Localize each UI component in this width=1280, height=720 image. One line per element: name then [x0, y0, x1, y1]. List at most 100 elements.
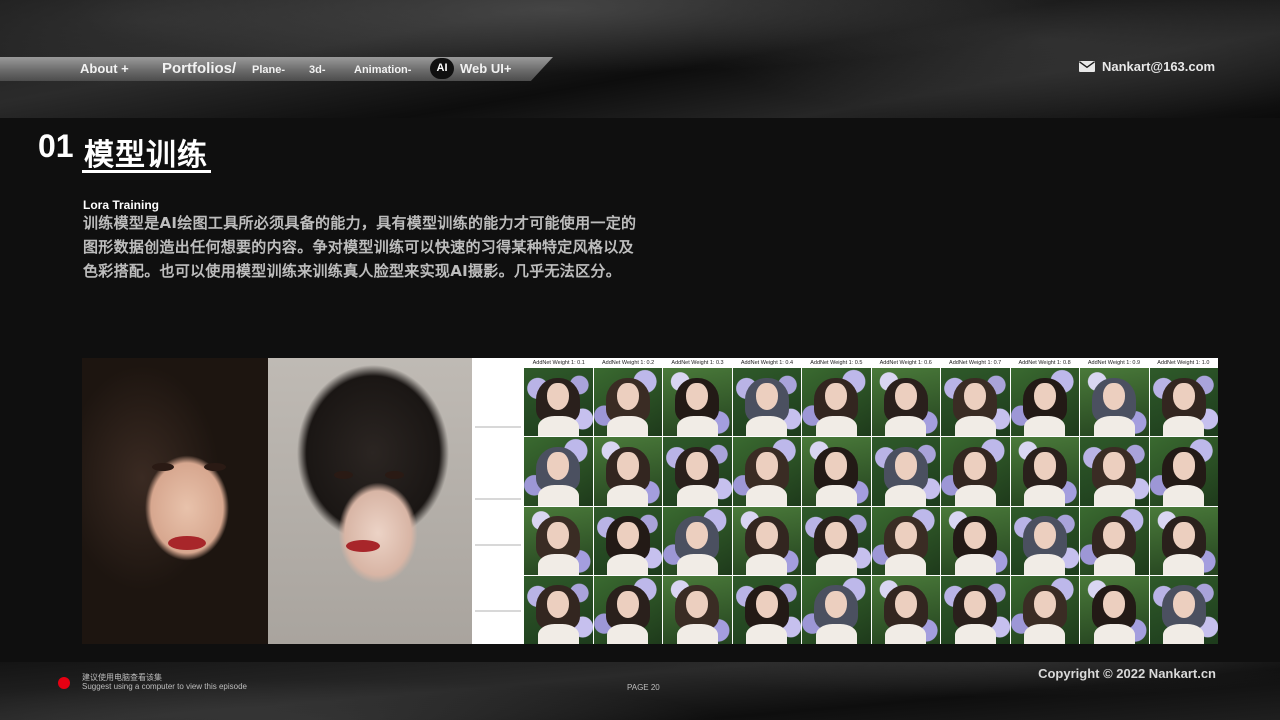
- dress-shape: [676, 415, 718, 437]
- face-shape: [1172, 590, 1195, 619]
- grid-column-header: AddNet Weight 1: 0.9: [1087, 360, 1141, 366]
- grid-image: [663, 575, 732, 644]
- grid-column-header: AddNet Weight 1: 0.3: [671, 360, 724, 366]
- mail-icon: [1079, 61, 1095, 72]
- dress-shape: [954, 415, 996, 437]
- grid-row-labels: [472, 358, 524, 644]
- hint-en: Suggest using a computer to view this ep…: [82, 682, 247, 691]
- grid-column-header: AddNet Weight 1: 0.8: [1018, 360, 1071, 366]
- grid-image: [941, 368, 1010, 437]
- dress-shape: [746, 485, 788, 506]
- dress-shape: [746, 623, 788, 644]
- grid-image: [732, 506, 801, 575]
- face-shape: [547, 521, 570, 549]
- dress-shape: [1093, 415, 1135, 437]
- grid-image: [524, 575, 593, 644]
- face-shape: [1172, 521, 1195, 549]
- dress-shape: [1024, 623, 1066, 644]
- grid-image: [524, 506, 593, 575]
- nav-portfolios[interactable]: Portfolios/: [162, 57, 236, 81]
- face-shape: [616, 452, 639, 480]
- nav-3d[interactable]: 3d-: [309, 58, 326, 82]
- face-shape: [755, 590, 778, 619]
- grid-image: [871, 368, 940, 437]
- face-shape: [1033, 383, 1056, 411]
- grid-image: [732, 575, 801, 644]
- dress-shape: [885, 415, 927, 437]
- grid-images: [524, 368, 1218, 644]
- lips-shape: [168, 536, 206, 550]
- dress-shape: [537, 623, 579, 644]
- grid-image: [941, 506, 1010, 575]
- grid-image: [732, 437, 801, 506]
- eye-shape: [385, 471, 404, 479]
- dress-shape: [676, 554, 718, 575]
- dress-shape: [1024, 415, 1066, 437]
- dress-shape: [1163, 554, 1205, 575]
- dress-shape: [676, 623, 718, 644]
- copyright: Copyright © 2022 Nankart.cn: [1038, 666, 1216, 681]
- grid-image: [663, 437, 732, 506]
- dress-shape: [1024, 485, 1066, 506]
- nav-about[interactable]: About +: [80, 57, 129, 81]
- dress-shape: [954, 485, 996, 506]
- row-label: [475, 426, 521, 428]
- face-shape: [1172, 452, 1195, 480]
- page-number: PAGE 20: [627, 683, 660, 692]
- grid-image: [1080, 437, 1149, 506]
- dress-shape: [1163, 415, 1205, 437]
- grid-image: [524, 437, 593, 506]
- contact-email[interactable]: Nankart@163.com: [1102, 58, 1215, 76]
- dress-shape: [885, 623, 927, 644]
- grid-image: [941, 575, 1010, 644]
- lips-shape: [346, 540, 380, 552]
- face-shape: [1033, 452, 1056, 480]
- face-shape: [1033, 590, 1056, 619]
- dress-shape: [885, 485, 927, 506]
- section-subtitle: Lora Training: [83, 198, 160, 212]
- title-underline: [82, 170, 211, 173]
- face-shape: [547, 452, 570, 480]
- dress-shape: [815, 415, 857, 437]
- face-shape: [964, 521, 987, 549]
- dress-shape: [537, 415, 579, 437]
- eye-shape: [334, 471, 353, 479]
- grid-image: [871, 506, 940, 575]
- red-dot-icon: [58, 677, 70, 689]
- grid-column-header: AddNet Weight 1: 0.7: [949, 360, 1002, 366]
- grid-image: [941, 437, 1010, 506]
- grid-image: [1149, 506, 1218, 575]
- reference-photo-1: [82, 358, 268, 644]
- grid-image: [524, 368, 593, 437]
- eye-shape: [152, 463, 174, 471]
- grid-header: AddNet Weight 1: 0.1 AddNet Weight 1: 0.2…: [524, 358, 1218, 368]
- nav-plane[interactable]: Plane-: [252, 58, 285, 82]
- grid-image: [663, 506, 732, 575]
- dress-shape: [1093, 485, 1135, 506]
- grid-image: [732, 368, 801, 437]
- nav-web-ui[interactable]: Web UI+: [460, 57, 511, 81]
- face-shape: [1103, 521, 1126, 549]
- dress-shape: [676, 485, 718, 506]
- face-shape: [825, 521, 848, 549]
- grid-image: [593, 437, 662, 506]
- face-shape: [616, 590, 639, 619]
- face-shape: [1103, 452, 1126, 480]
- face-shape: [964, 452, 987, 480]
- dress-shape: [954, 554, 996, 575]
- dress-shape: [607, 485, 649, 506]
- dress-shape: [815, 623, 857, 644]
- grid-image: [1080, 368, 1149, 437]
- face-shape: [616, 521, 639, 549]
- eye-shape: [204, 463, 226, 471]
- grid-image: [1149, 368, 1218, 437]
- nav-ai-badge[interactable]: AI: [430, 58, 454, 79]
- dress-shape: [815, 554, 857, 575]
- face-shape: [616, 383, 639, 411]
- section-number: 01: [38, 128, 74, 164]
- nav-animation[interactable]: Animation-: [354, 58, 411, 82]
- face-shape: [755, 452, 778, 480]
- dress-shape: [1093, 623, 1135, 644]
- face-shape: [755, 521, 778, 549]
- face-shape: [894, 452, 917, 480]
